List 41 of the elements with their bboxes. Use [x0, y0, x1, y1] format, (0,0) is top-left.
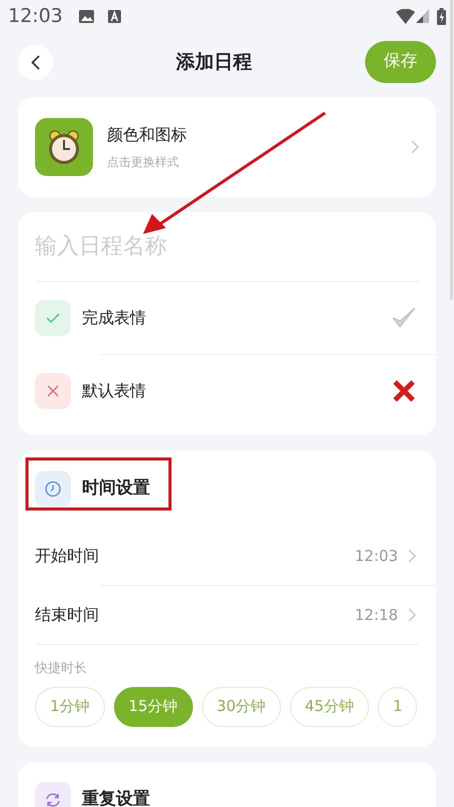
repeat-icon — [35, 782, 71, 807]
chevron-right-icon — [411, 140, 419, 154]
wifi-icon — [396, 8, 415, 24]
battery-icon — [437, 8, 446, 24]
alarm-clock-icon — [35, 118, 93, 176]
chevron-right-icon — [408, 608, 416, 622]
checkmark-icon — [392, 307, 416, 329]
image-icon — [78, 10, 94, 22]
status-time: 12:03 — [8, 4, 63, 29]
time-value: 12:18 — [354, 604, 398, 626]
signal-icon — [416, 9, 429, 23]
clock-icon — [35, 471, 71, 507]
expression-row[interactable]: 完成表情 — [35, 282, 436, 354]
check-icon — [35, 300, 71, 336]
back-icon — [31, 54, 40, 70]
quick-duration-label: 快捷时长 — [35, 660, 88, 678]
chevron-right-icon — [408, 549, 416, 563]
duration-chip[interactable]: 15分钟 — [114, 686, 193, 726]
cross-icon — [35, 373, 71, 409]
time-row[interactable]: 开始时间 12:03 — [35, 527, 436, 585]
card-title: 颜色和图标 — [107, 124, 188, 146]
style-card[interactable]: 颜色和图标 点击更换样式 — [18, 97, 436, 197]
save-button[interactable]: 保存 — [365, 41, 436, 83]
section-title: 时间设置 — [82, 477, 150, 500]
duration-chip[interactable]: 45分钟 — [290, 686, 369, 726]
duration-chip[interactable]: 1 — [378, 686, 418, 726]
cross-mark-icon — [392, 379, 416, 403]
row-label: 开始时间 — [35, 545, 100, 567]
row-label: 默认表情 — [82, 380, 147, 402]
page-title: 添加日程 — [174, 50, 252, 75]
time-value: 12:03 — [354, 546, 398, 567]
duration-chip[interactable]: 30分钟 — [202, 686, 281, 726]
time-row[interactable]: 结束时间 12:18 — [35, 586, 436, 644]
expression-row[interactable]: 默认表情 — [35, 355, 436, 427]
back-button[interactable] — [18, 44, 53, 80]
section-title: 重复设置 — [82, 788, 150, 807]
font-icon — [108, 10, 121, 22]
card-subtitle: 点击更换样式 — [107, 154, 180, 171]
duration-chip[interactable]: 1分钟 — [35, 686, 105, 726]
row-label: 结束时间 — [35, 604, 100, 626]
row-label: 完成表情 — [82, 307, 147, 329]
